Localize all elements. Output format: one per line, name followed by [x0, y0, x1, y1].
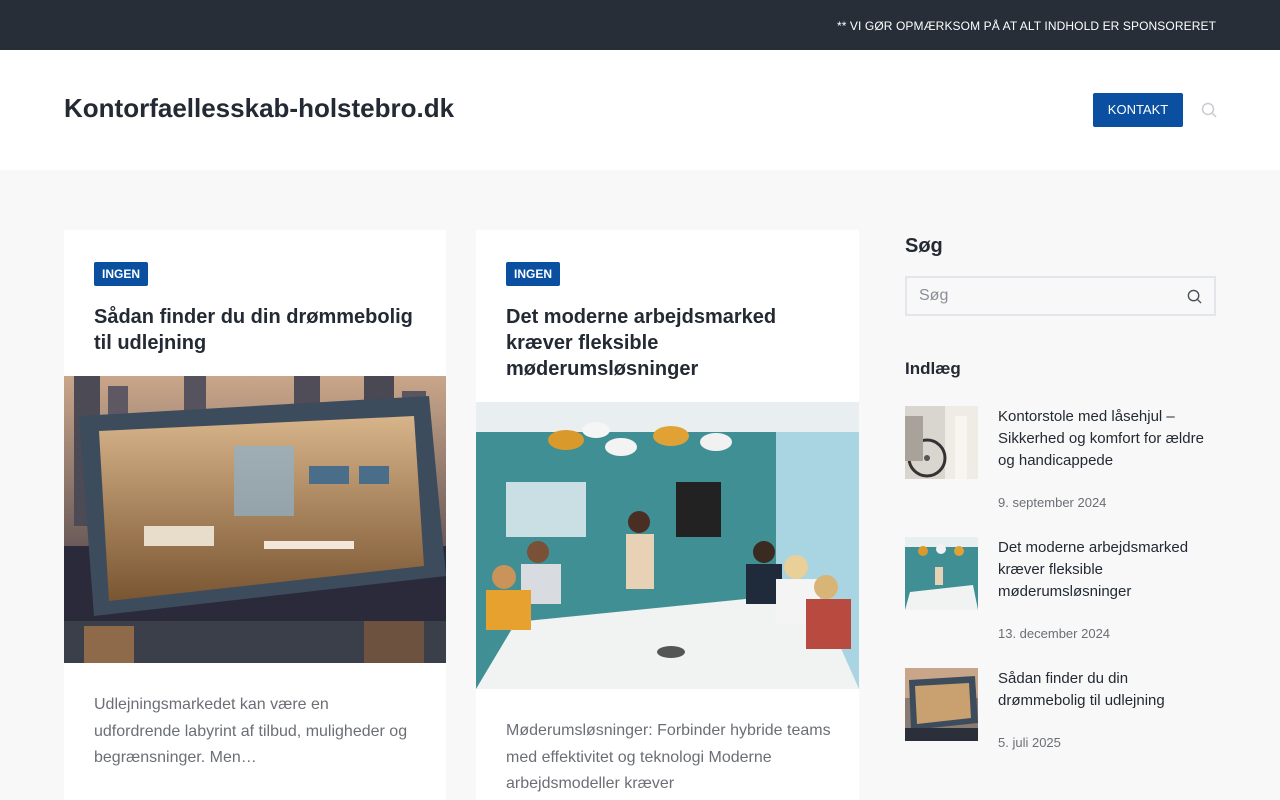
- sponsored-notice: ** VI GØR OPMÆRKSOM PÅ AT ALT INDHOLD ER…: [836, 19, 1216, 33]
- recent-post-link[interactable]: Sådan finder du din drømmebolig til udle…: [998, 668, 1218, 712]
- site-title-link[interactable]: Kontorfaellesskab-holstebro.dk: [64, 93, 454, 124]
- meeting-room-image[interactable]: [476, 402, 859, 689]
- recent-post-link[interactable]: Det moderne arbejdsmarked kræver fleksib…: [998, 537, 1218, 603]
- category-badge[interactable]: INGEN: [506, 262, 561, 286]
- post-thumbnail[interactable]: [905, 406, 978, 479]
- search-icon[interactable]: [1201, 102, 1217, 118]
- sidebar-posts-heading: Indlæg: [905, 359, 961, 378]
- site-header: Kontorfaellesskab-holstebro.dk KONTAKT: [0, 50, 1280, 170]
- contact-button[interactable]: KONTAKT: [1093, 93, 1183, 127]
- post-title-link[interactable]: Sådan finder du din drømmebolig til udle…: [94, 304, 424, 356]
- post-thumbnail[interactable]: [905, 537, 978, 610]
- post-thumbnail[interactable]: [905, 668, 978, 741]
- apartment-image[interactable]: [64, 376, 446, 663]
- sidebar-search-field: [905, 276, 1216, 316]
- category-badge[interactable]: INGEN: [94, 262, 149, 286]
- post-excerpt: Møderumsløsninger: Forbinder hybride tea…: [506, 722, 831, 792]
- post-date: 9. september 2024: [998, 495, 1107, 510]
- post-card: INGEN Sådan finder du din drømmebolig ti…: [64, 230, 446, 800]
- post-excerpt: Udlejningsmarkedet kan være en udfordren…: [94, 696, 408, 766]
- post-date: 5. juli 2025: [998, 735, 1061, 750]
- search-input[interactable]: [907, 278, 1167, 314]
- search-icon[interactable]: [1187, 289, 1202, 304]
- post-date: 13. december 2024: [998, 626, 1111, 641]
- post-card: INGEN Det moderne arbejdsmarked kræver f…: [476, 230, 859, 800]
- recent-post-link[interactable]: Kontorstole med låsehjul – Sikkerhed og …: [998, 406, 1218, 472]
- sidebar-search-heading: Søg: [905, 235, 943, 257]
- top-notice-bar: ** VI GØR OPMÆRKSOM PÅ AT ALT INDHOLD ER…: [0, 0, 1280, 50]
- post-title-link[interactable]: Det moderne arbejdsmarked kræver fleksib…: [506, 304, 826, 382]
